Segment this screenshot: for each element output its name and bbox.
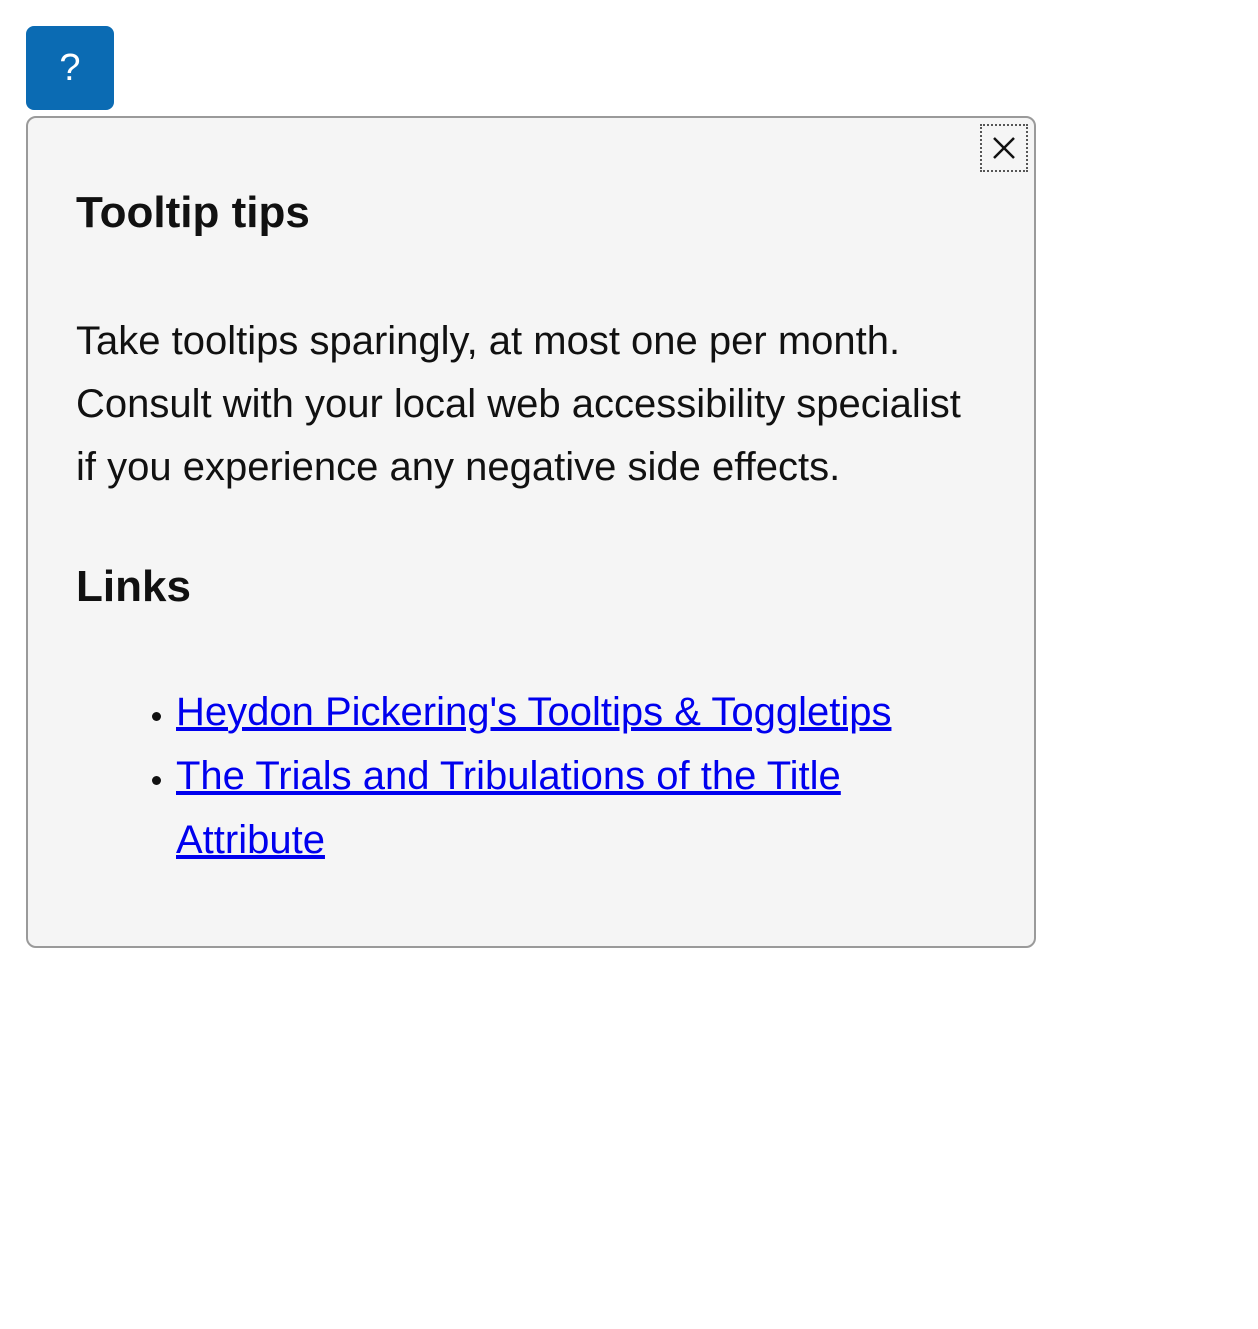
list-item: Heydon Pickering's Tooltips & Toggletips <box>176 680 986 744</box>
help-trigger-label: ? <box>59 47 80 90</box>
close-icon <box>989 133 1019 163</box>
link-title-attribute[interactable]: The Trials and Tribulations of the Title… <box>176 754 841 862</box>
close-button[interactable] <box>980 124 1028 172</box>
tooltip-panel: Tooltip tips Take tooltips sparingly, at… <box>26 116 1036 948</box>
tooltip-body-text: Take tooltips sparingly, at most one per… <box>76 310 986 500</box>
help-trigger-button[interactable]: ? <box>26 26 114 110</box>
link-heydon-pickering[interactable]: Heydon Pickering's Tooltips & Toggletips <box>176 690 891 734</box>
links-heading: Links <box>76 562 986 612</box>
links-list: Heydon Pickering's Tooltips & Toggletips… <box>76 680 986 872</box>
list-item: The Trials and Tribulations of the Title… <box>176 744 986 872</box>
tooltip-title: Tooltip tips <box>76 188 986 238</box>
